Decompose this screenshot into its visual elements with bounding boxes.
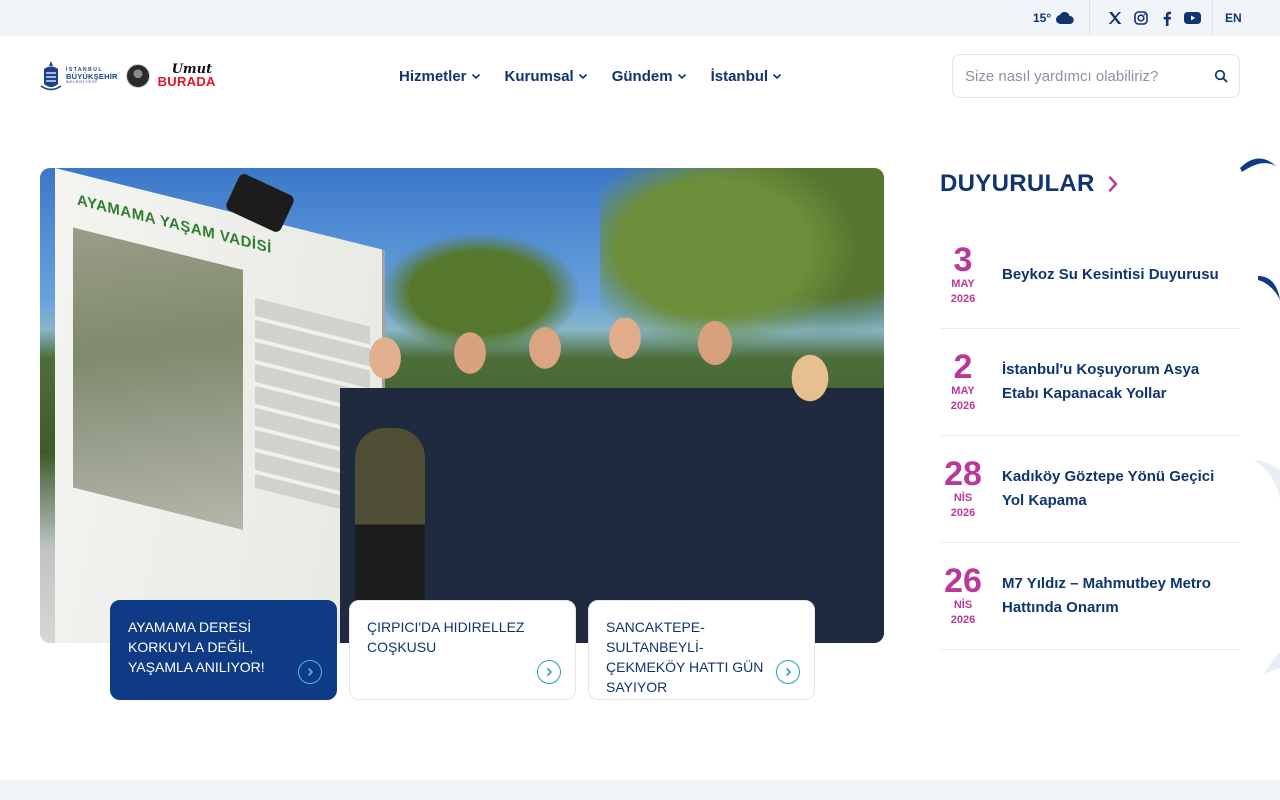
divider xyxy=(1089,0,1090,36)
instagram-icon[interactable] xyxy=(1132,10,1149,27)
hero-image[interactable]: AYAMAMA YAŞAM VADİSİ xyxy=(40,168,884,643)
x-icon[interactable] xyxy=(1106,10,1123,27)
facebook-icon[interactable] xyxy=(1158,10,1175,27)
nav-istanbul[interactable]: İstanbul xyxy=(711,68,783,85)
slider-card-1[interactable]: AYAMAMA DERESİ KORKUYLA DEĞİL, YAŞAMLA A… xyxy=(110,600,337,700)
chevron-down-icon xyxy=(471,73,480,80)
temperature: 15° xyxy=(1033,11,1052,25)
announcements-list: 3 MAY 2026 Beykoz Su Kesintisi Duyurusu … xyxy=(940,222,1240,650)
announcement-item[interactable]: 2 MAY 2026 İstanbul'u Koşuyorum Asya Eta… xyxy=(940,329,1240,436)
search-box xyxy=(952,54,1240,98)
decorative-swoosh-icon xyxy=(1254,460,1280,500)
hero-slider-cards: AYAMAMA DERESİ KORKUYLA DEĞİL, YAŞAMLA A… xyxy=(110,600,815,700)
chevron-down-icon xyxy=(677,73,686,80)
announcement-text: M7 Yıldız – Mahmutbey Metro Hattında Ona… xyxy=(1002,575,1211,616)
announcement-text: Beykoz Su Kesintisi Duyurusu xyxy=(1002,266,1219,283)
ibb-logo[interactable]: İSTANBUL BÜYÜKŞEHİR BELEDİYESİ xyxy=(40,60,118,92)
slider-card-2[interactable]: ÇIRPICI'DA HIDIRELLEZ COŞKUSU xyxy=(349,600,576,700)
section-title: DUYURULAR xyxy=(940,170,1095,197)
announcement-date: 28 NİS 2026 xyxy=(944,455,982,519)
slider-card-3[interactable]: SANCAKTEPE-SULTANBEYLİ-ÇEKMEKÖY HATTI GÜ… xyxy=(588,600,815,700)
decorative-swoosh-icon xyxy=(1258,276,1280,300)
chevron-down-icon xyxy=(773,73,782,80)
cloud-icon xyxy=(1056,12,1074,24)
slider-card-title: SANCAKTEPE-SULTANBEYLİ-ÇEKMEKÖY HATTI GÜ… xyxy=(606,619,764,695)
slider-card-title: ÇIRPICI'DA HIDIRELLEZ COŞKUSU xyxy=(367,619,525,655)
weather-widget[interactable]: 15° xyxy=(1033,0,1074,36)
arrow-right-icon xyxy=(776,660,800,684)
youtube-icon[interactable] xyxy=(1184,10,1201,27)
search-icon[interactable] xyxy=(1214,69,1228,83)
info-board: AYAMAMA YAŞAM VADİSİ xyxy=(55,168,385,643)
announcement-item[interactable]: 26 NİS 2026 M7 Yıldız – Mahmutbey Metro … xyxy=(940,543,1240,650)
arrow-right-icon xyxy=(537,660,561,684)
ibb-emblem-icon xyxy=(40,61,62,91)
divider xyxy=(1212,0,1213,36)
announcement-item[interactable]: 28 NİS 2026 Kadıköy Göztepe Yönü Geçici … xyxy=(940,436,1240,543)
logo-area: İSTANBUL BÜYÜKŞEHİR BELEDİYESİ Umut BURA… xyxy=(40,58,216,94)
announcement-item[interactable]: 3 MAY 2026 Beykoz Su Kesintisi Duyurusu xyxy=(940,222,1240,329)
decorative-swoosh-icon xyxy=(1240,158,1276,172)
board-map xyxy=(73,227,243,530)
main-nav: Hizmetler Kurumsal Gündem İstanbul xyxy=(399,58,806,94)
nav-hizmetler[interactable]: Hizmetler xyxy=(399,68,481,85)
nav-gundem[interactable]: Gündem xyxy=(612,68,687,85)
top-utility-bar: 15° EN xyxy=(0,0,1280,36)
arrow-right-icon xyxy=(298,660,322,684)
social-links xyxy=(1106,0,1201,36)
announcements-title-link[interactable]: DUYURULAR xyxy=(940,168,1119,200)
atatürk-portrait xyxy=(125,64,150,88)
chevron-right-icon xyxy=(1108,176,1118,192)
announcement-date: 26 NİS 2026 xyxy=(944,562,982,626)
announcement-text: Kadıköy Göztepe Yönü Geçici Yol Kapama xyxy=(1002,468,1215,509)
slider-card-title: AYAMAMA DERESİ KORKUYLA DEĞİL, YAŞAMLA A… xyxy=(128,619,265,675)
ibb-wordmark: İSTANBUL BÜYÜKŞEHİR BELEDİYESİ xyxy=(66,66,118,85)
announcement-text: İstanbul'u Koşuyorum Asya Etabı Kapanaca… xyxy=(1002,361,1200,402)
umut-burada-logo: Umut BURADA xyxy=(157,62,216,89)
search-input[interactable] xyxy=(965,55,1205,97)
footer-strip xyxy=(0,780,1280,800)
chevron-down-icon xyxy=(578,73,587,80)
announcement-date: 2 MAY 2026 xyxy=(950,348,976,412)
nav-kurumsal[interactable]: Kurumsal xyxy=(505,68,588,85)
language-switch[interactable]: EN xyxy=(1225,0,1242,36)
announcement-date: 3 MAY 2026 xyxy=(950,241,976,305)
decorative-swoosh-icon xyxy=(1264,652,1280,674)
